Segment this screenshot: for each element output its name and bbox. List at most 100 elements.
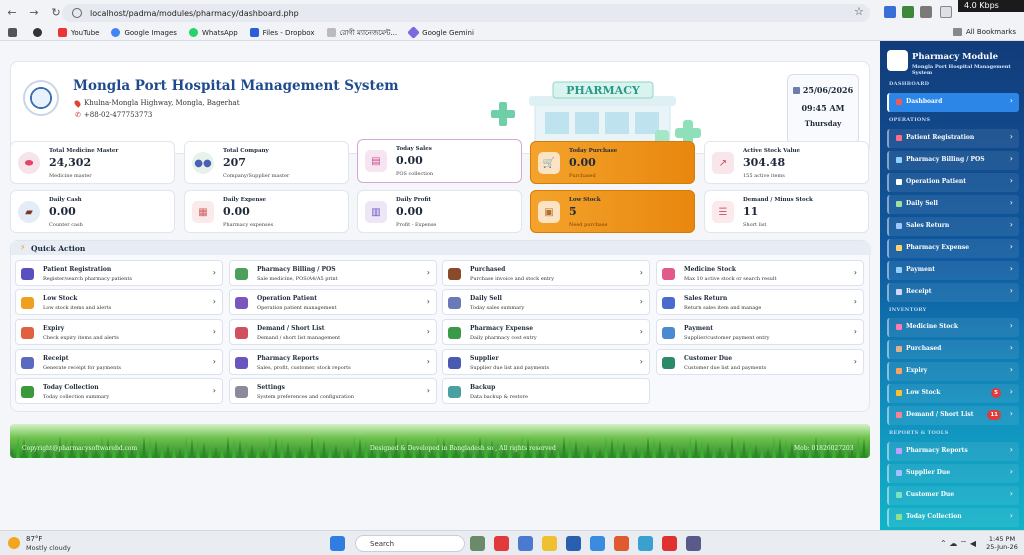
quick-action-pharmacy-expense[interactable]: Pharmacy Expense Daily pharmacy cost entr… [442,319,650,345]
sidebar-item-low-stock[interactable]: Low Stock 5 › [887,384,1019,403]
sidebar-item-today-collection[interactable]: Today Collection › [887,508,1019,527]
quick-action-receipt[interactable]: Receipt Generate receipt for payments › [15,349,223,375]
sidebar-item-purchased[interactable]: Purchased › [887,340,1019,359]
sidebar-item-dashboard[interactable]: Dashboard › [887,93,1019,112]
quick-action-customer-due[interactable]: Customer Due Customer due list and paymen… [656,349,864,375]
address-bar[interactable]: localhost/padma/modules/pharmacy/dashboa… [62,4,870,22]
bookmark-gemini[interactable]: Google Gemini [407,26,474,39]
apps-icon[interactable] [8,28,21,37]
app-icon[interactable] [518,536,533,551]
chart-icon: ↗ [712,152,734,174]
sidebar-item-demand-short-list[interactable]: Demand / Short List 11 › [887,406,1019,425]
sidebar-item-sales-return[interactable]: Sales Return › [887,217,1019,236]
system-tray-icons[interactable]: ⌃ ☁ ⌔ ◀ [940,539,976,549]
quick-action-desc: System preferences and configuration [257,394,354,400]
stat-today-sales[interactable]: ▤ Today Sales 0.00 POS collection [357,139,522,183]
bookmark-google-images[interactable]: Google Images [111,28,177,37]
quick-action-medicine-stock[interactable]: Medicine Stock Max 10 active stock or sea… [656,260,864,286]
quick-action-label: Today Collection [43,384,99,391]
globe-icon[interactable] [33,28,46,37]
stat-daily-cash[interactable]: ▰ Daily Cash 0.00 Counter cash [10,190,175,233]
sidebar-item-pharmacy-expense[interactable]: Pharmacy Expense › [887,239,1019,258]
sidebar-item-supplier-due[interactable]: Supplier Due › [887,464,1019,483]
quick-action-demand-short-list[interactable]: Demand / Short List Demand / short list m… [229,319,437,345]
file-explorer-icon[interactable] [542,536,557,551]
footer-copyright: Copyright@pharmacysoftwarebd.com [22,445,138,452]
start-icon[interactable] [330,536,345,551]
quick-action-daily-sell[interactable]: Daily Sell Today sales summary › [442,289,650,315]
stat-low-stock[interactable]: ▣ Low Stock 5 Need purchase [530,190,695,233]
sidebar-item-medicine-stock[interactable]: Medicine Stock › [887,318,1019,337]
bar-chart-icon: ▥ [365,201,387,223]
sidebar-item-patient-registration[interactable]: Patient Registration › [887,129,1019,148]
quick-action-desc: Sale medicine, POS/A4/A5 print [257,276,338,282]
task-view-icon[interactable] [470,536,485,551]
stat-daily-expense[interactable]: ▦ Daily Expense 0.00 Pharmacy expenses [184,190,349,233]
app-icon[interactable] [638,536,653,551]
bookmark-star-icon[interactable]: ☆ [854,5,864,18]
current-date: 25/06/2026 [788,85,858,95]
app-icon[interactable] [662,536,677,551]
back-icon[interactable]: ← [2,3,22,23]
quick-action-purchased[interactable]: Purchased Purchase invoice and stock entr… [442,260,650,286]
extension-icon[interactable] [902,6,914,18]
app-icon[interactable] [686,536,701,551]
quick-action-backup[interactable]: Backup Data backup & restore [442,378,650,404]
app-icon[interactable] [590,536,605,551]
quick-action-low-stock[interactable]: Low Stock Low stock items and alerts › [15,289,223,315]
quick-action-desc: Data backup & restore [470,394,528,400]
quick-action-supplier[interactable]: Supplier Supplier due list and payments › [442,349,650,375]
sidebar-item-pharmacy-reports[interactable]: Pharmacy Reports › [887,442,1019,461]
sidebar-item-operation-patient[interactable]: Operation Patient › [887,173,1019,192]
bookmark-whatsapp[interactable]: WhatsApp [188,28,238,37]
quick-action-today-collection[interactable]: Today Collection Today collection summary… [15,378,223,404]
stat-label: Daily Expense [223,197,267,203]
bookmark-dropbox[interactable]: Files - Dropbox [249,28,315,37]
sidebar-item-expiry[interactable]: Expiry › [887,362,1019,381]
quick-action-sales-return[interactable]: Sales Return Return sales item and manage… [656,289,864,315]
stat-demand[interactable]: ☰ Demand / Minus Stock 11 Short list [704,190,869,233]
stat-active-stock[interactable]: ↗ Active Stock Value 304.48 155 active i… [704,141,869,184]
quick-action-payment[interactable]: Payment Supplier/customer payment entry › [656,319,864,345]
sidebar-item-pharmacy-billing-pos[interactable]: Pharmacy Billing / POS › [887,151,1019,170]
weather-sun-icon[interactable] [8,537,20,549]
quick-action-settings[interactable]: Settings System preferences and configura… [229,378,437,404]
tab-search-icon[interactable] [940,6,952,18]
bookmark-patient-management[interactable]: রোগী ম্যানেজমেন্ট... [326,27,397,39]
all-bookmarks[interactable]: All Bookmarks [952,28,1016,36]
chevron-right-icon: › [639,327,643,336]
bookmark-youtube[interactable]: YouTube [58,28,99,37]
forward-icon[interactable]: → [24,3,44,23]
sidebar-item-icon [896,289,902,295]
sidebar-item-receipt[interactable]: Receipt › [887,283,1019,302]
stat-total-medicine[interactable]: ⬬ Total Medicine Master 24,302 Medicine … [10,141,175,184]
sidebar-item-icon [896,157,902,163]
grass-graphic [10,436,870,458]
taskbar-clock[interactable]: 1:45 PM 25-Jun-26 [984,535,1020,551]
quick-action-label: Supplier [470,355,499,362]
address-line: Khulna-Mongla Highway, Mongla, Bagerhat [73,98,240,108]
quick-action-label: Low Stock [43,295,78,302]
extension-icon[interactable] [884,6,896,18]
taskbar-search[interactable]: Search [355,535,465,552]
quick-action-operation-patient[interactable]: Operation Patient Operation patient manag… [229,289,437,315]
quick-action-pharmacy-reports[interactable]: Pharmacy Reports Sales, profit, customer,… [229,349,437,375]
stat-value: 11 [743,205,759,218]
quick-action-expiry[interactable]: Expiry Check expiry items and alerts › [15,319,223,345]
puzzle-icon[interactable] [920,6,932,18]
site-info-icon[interactable] [72,8,82,18]
quick-action-patient-registration[interactable]: Patient Registration Register/search phar… [15,260,223,286]
app-icon[interactable] [566,536,581,551]
app-icon[interactable] [614,536,629,551]
sidebar-item-payment[interactable]: Payment › [887,261,1019,280]
chrome-icon[interactable] [494,536,509,551]
quick-action-pharmacy-billing-pos[interactable]: Pharmacy Billing / POS Sale medicine, POS… [229,260,437,286]
pill-icon: ⬬ [18,152,40,174]
chevron-right-icon: › [1009,286,1013,295]
quick-action-label: Daily Sell [470,295,502,302]
stat-today-purchase[interactable]: 🛒 Today Purchase 0.00 Purchased [530,141,695,184]
sidebar-item-daily-sell[interactable]: Daily Sell › [887,195,1019,214]
stat-daily-profit[interactable]: ▥ Daily Profit 0.00 Profit - Expense [357,190,522,233]
sidebar-item-customer-due[interactable]: Customer Due › [887,486,1019,505]
stat-total-company[interactable]: ●● Total Company 207 Company/Supplier ma… [184,141,349,184]
